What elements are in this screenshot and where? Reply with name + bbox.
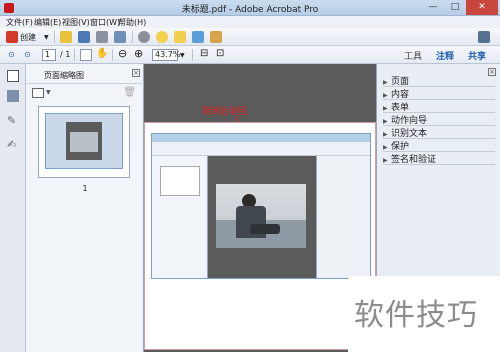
navigation-toolbar: ⊙ ⊙ 1 / 1 ✋ ⊖ ⊕ 43.7% ▼ ⊟ ⊡ 工具 注释 共享 [0, 46, 500, 64]
select-tool-icon[interactable] [80, 49, 92, 61]
share-icon[interactable] [192, 31, 204, 43]
panel-item-action-wizard[interactable]: ▶ 动作向导 [383, 113, 495, 126]
toolbar-separator [112, 49, 113, 61]
panel-item-label: 表单 [391, 103, 410, 113]
menu-window[interactable]: 窗口(W) [90, 17, 120, 28]
page-total: / 1 [60, 50, 71, 59]
prev-page-icon[interactable]: ⊙ [8, 50, 15, 59]
expand-arrow-icon: ▶ [383, 105, 388, 112]
tab-comment[interactable]: 注释 [436, 49, 454, 62]
toolbar-separator [192, 49, 193, 61]
menu-view[interactable]: 视图(V) [62, 17, 90, 28]
menu-help[interactable]: 帮助(H) [118, 17, 146, 28]
page-thumbnails-panel: 页面缩略图 × ▼ 🗑 1 [26, 64, 144, 352]
title-bar: 未标题.pdf - Adobe Acrobat Pro — □ ✕ [0, 0, 500, 16]
create-dropdown-icon[interactable]: ▼ [44, 34, 49, 41]
page-thumbnail[interactable] [38, 106, 130, 178]
expand-arrow-icon: ▶ [383, 157, 388, 164]
embedded-screenshot [151, 133, 371, 279]
expand-arrow-icon: ▶ [383, 118, 388, 125]
options-dropdown-icon[interactable]: ▼ [46, 89, 51, 96]
menu-edit[interactable]: 编辑(E) [34, 17, 61, 28]
maximize-button[interactable]: □ [444, 0, 466, 15]
panel-title: 页面缩略图 [44, 71, 84, 80]
open-folder-icon[interactable] [60, 31, 72, 43]
zoom-dropdown-icon[interactable]: ▼ [180, 52, 185, 59]
pdf-page[interactable] [144, 122, 376, 350]
left-navigation-strip: ✎ ✍ [0, 64, 26, 352]
tab-share[interactable]: 共享 [468, 49, 486, 62]
embedded-document-area [208, 156, 316, 278]
panel-item-label: 保护 [391, 142, 410, 152]
zoom-out-icon[interactable]: ⊖ [118, 47, 127, 60]
panel-toolbar: ▼ 🗑 [26, 84, 144, 102]
panel-item-label: 识别文本 [391, 129, 428, 139]
page-thumbnails-icon[interactable] [7, 70, 19, 82]
document-view[interactable]: 跳到后退回 [144, 64, 376, 352]
settings-gear-icon[interactable] [138, 31, 150, 43]
minimize-button[interactable]: — [422, 0, 444, 15]
tab-tools[interactable]: 工具 [404, 49, 422, 62]
panel-item-label: 页面 [391, 77, 410, 87]
expand-arrow-icon: ▶ [383, 144, 388, 151]
email-icon[interactable] [114, 31, 126, 43]
page-number-input[interactable]: 1 [42, 49, 56, 61]
expand-arrow-icon: ▶ [383, 131, 388, 138]
panel-item-label: 内容 [391, 90, 410, 100]
signatures-icon[interactable]: ✍ [7, 138, 19, 151]
delete-page-icon[interactable]: 🗑 [123, 87, 136, 98]
panel-item-label: 签名和验证 [391, 155, 437, 165]
watermark-text: 软件技巧 [354, 298, 478, 333]
create-icon [6, 31, 18, 43]
fit-width-icon[interactable]: ⊟ [200, 48, 208, 59]
embedded-toolbar [152, 142, 370, 156]
sign-icon[interactable] [210, 31, 222, 43]
embedded-title-bar [152, 134, 370, 142]
panel-item-protection[interactable]: ▶ 保护 [383, 139, 495, 152]
panel-item-content[interactable]: ▶ 内容 [383, 87, 495, 100]
next-page-icon[interactable]: ⊙ [24, 50, 31, 59]
thumbnail-page-number: 1 [82, 184, 88, 193]
options-menu-icon[interactable] [32, 88, 44, 98]
comment-icon[interactable] [156, 31, 168, 43]
panel-item-recognize-text[interactable]: ▶ 识别文本 [383, 126, 495, 139]
create-button[interactable]: 创建 [20, 32, 36, 43]
panel-header: 页面缩略图 × [26, 64, 144, 84]
highlight-icon[interactable] [174, 31, 186, 43]
thumbnail-photo [70, 132, 98, 152]
menu-bar: 文件(F) 编辑(E) 视图(V) 窗口(W) 帮助(H) [0, 16, 500, 28]
bookmarks-icon[interactable] [7, 90, 19, 102]
photo-person-legs [250, 224, 280, 234]
embedded-thumbnail [160, 166, 200, 196]
panel-item-label: 动作向导 [391, 116, 428, 126]
hand-tool-icon[interactable]: ✋ [96, 48, 108, 59]
print-icon[interactable] [96, 31, 108, 43]
toolbar-separator [74, 49, 75, 61]
watermark: 软件技巧 [348, 276, 500, 352]
thumbnail-preview [45, 113, 123, 169]
embedded-photo [216, 184, 306, 248]
annotation-label: 跳到后退回 [202, 107, 248, 117]
close-button[interactable]: ✕ [466, 0, 498, 15]
thumbnail-dark-area [66, 122, 102, 160]
panel-item-pages[interactable]: ▶ 页面 [383, 74, 495, 87]
panel-item-forms[interactable]: ▶ 表单 [383, 100, 495, 113]
zoom-level-input[interactable]: 43.7% [152, 49, 180, 61]
panel-item-sign-certify[interactable]: ▶ 签名和验证 [383, 152, 495, 165]
attachments-icon[interactable]: ✎ [7, 114, 19, 127]
main-toolbar: 创建 ▼ [0, 28, 500, 46]
panel-close-icon[interactable]: × [132, 69, 140, 77]
embedded-left-panel [152, 156, 208, 278]
menu-file[interactable]: 文件(F) [6, 17, 33, 28]
expand-arrow-icon: ▶ [383, 92, 388, 99]
fit-page-icon[interactable]: ⊡ [216, 48, 224, 59]
zoom-in-icon[interactable]: ⊕ [134, 47, 143, 60]
toolbar-separator [132, 31, 133, 43]
expand-arrow-icon: ▶ [383, 79, 388, 86]
expand-icon[interactable] [478, 31, 490, 43]
save-icon[interactable] [78, 31, 90, 43]
embedded-right-panel [316, 156, 370, 278]
toolbar-separator [54, 31, 55, 43]
